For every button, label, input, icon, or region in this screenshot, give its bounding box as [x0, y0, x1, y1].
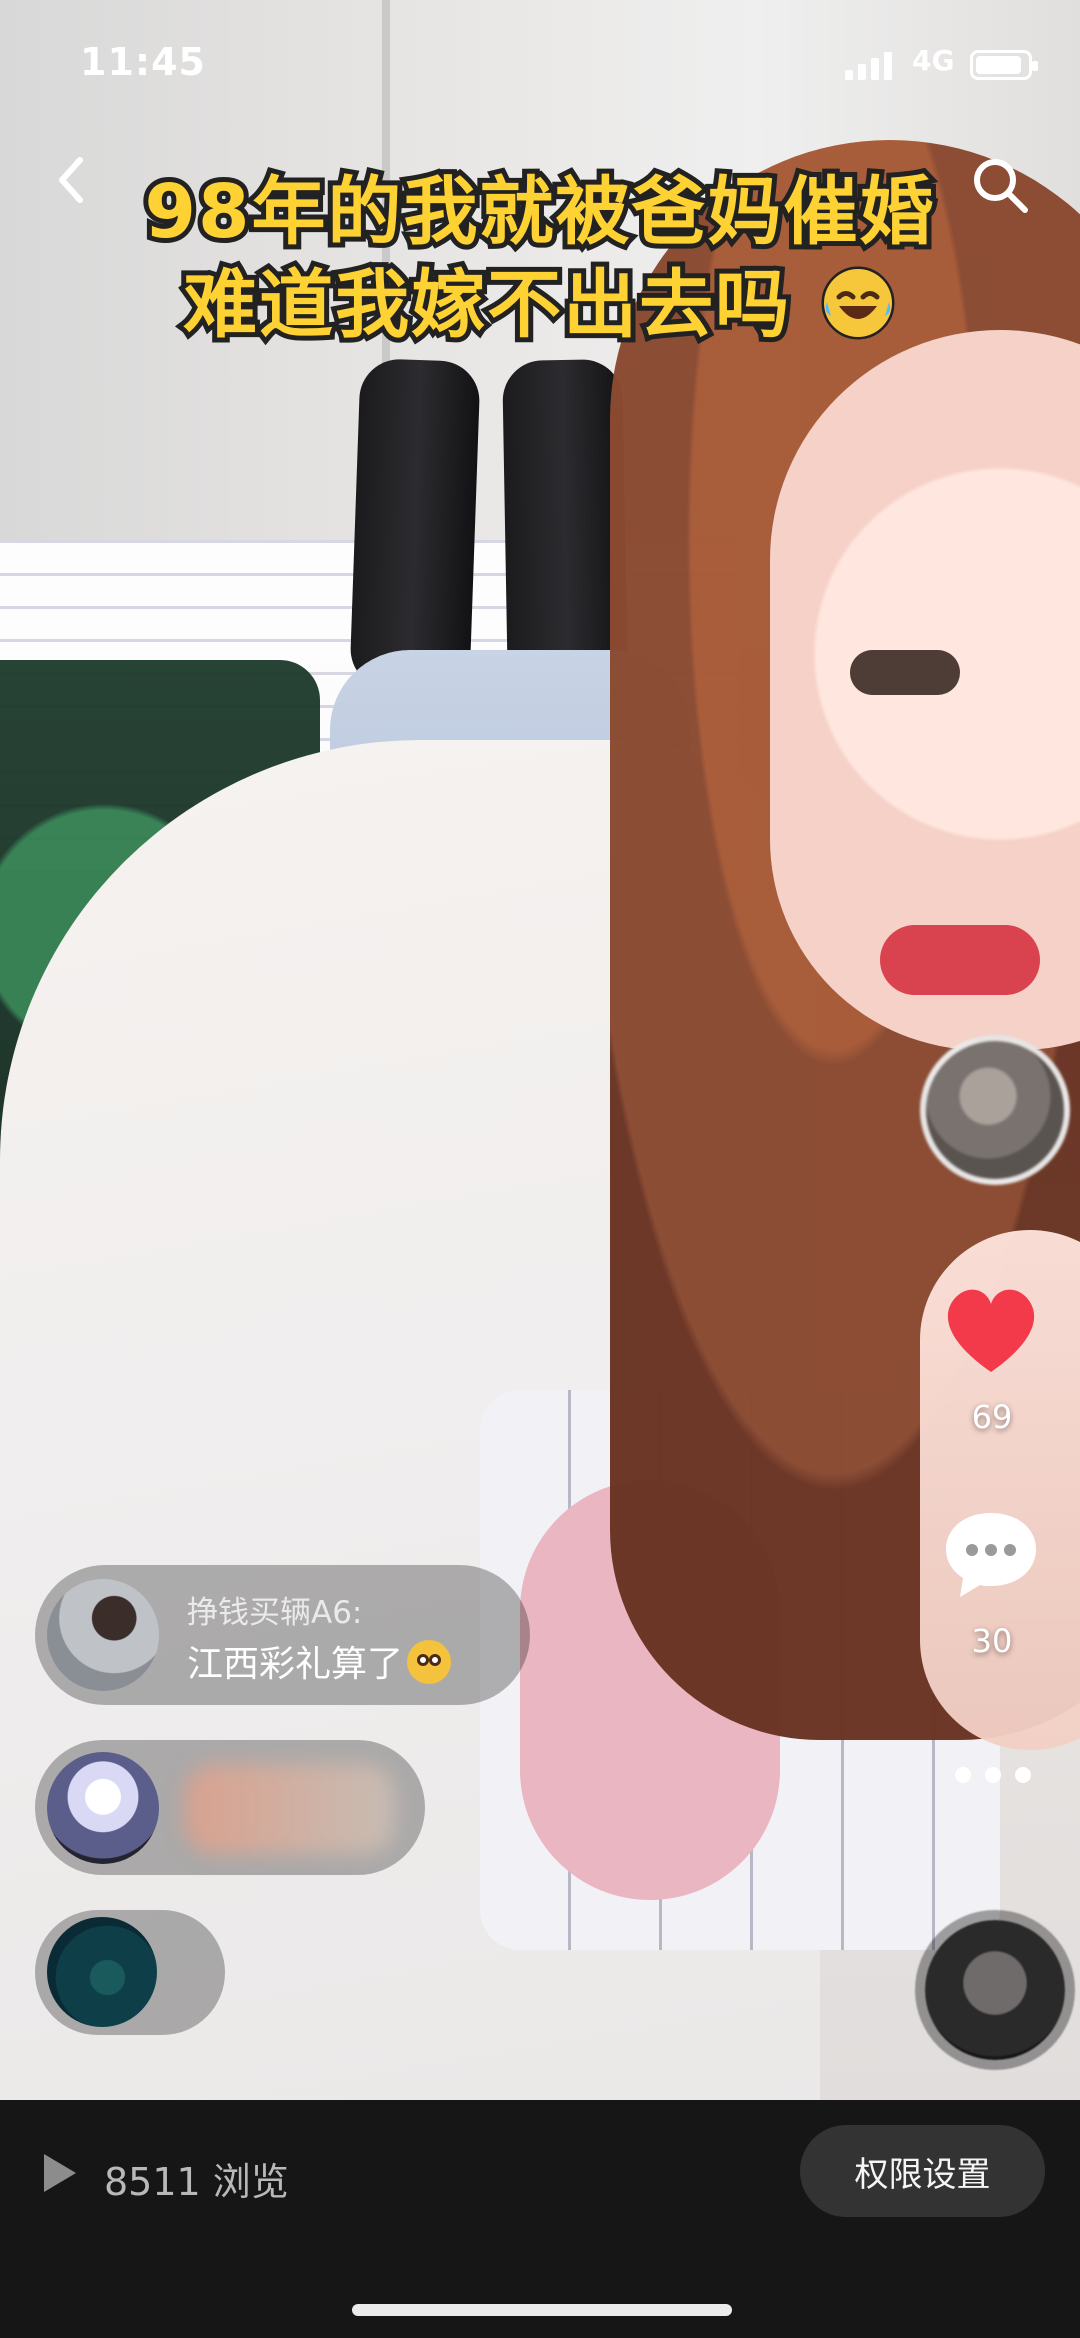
commenter-name: 挣钱买辆A6: — [187, 1595, 363, 1631]
comment-bubble[interactable]: 挣钱买辆A6: 江西彩礼算了 — [35, 1565, 530, 1705]
comment-icon[interactable] — [938, 1505, 1044, 1605]
title-line-2-text: 难道我嫁不出去吗 — [178, 258, 794, 353]
title-line-2: 难道我嫁不出去吗 — [178, 258, 897, 353]
laughing-emoji-icon — [819, 264, 897, 342]
home-indicator[interactable] — [352, 2304, 732, 2316]
video-title-overlay: 98年的我就被爸妈催婚 难道我嫁不出去吗 — [0, 164, 1080, 353]
commenter-avatar — [47, 1917, 157, 2027]
blurred-comment-text — [185, 1764, 395, 1854]
views-count: 8511 浏览 — [104, 2160, 289, 2204]
commenter-avatar — [47, 1752, 159, 1864]
signal-icon — [845, 50, 897, 80]
commenter-avatar — [47, 1579, 159, 1691]
flushed-emoji-icon — [407, 1640, 452, 1684]
leg-left — [349, 358, 481, 692]
play-icon[interactable] — [34, 2148, 84, 2198]
status-time: 11:45 — [80, 40, 206, 84]
creator-avatar[interactable] — [920, 1035, 1070, 1185]
heart-icon[interactable] — [935, 1280, 1047, 1380]
comment-count: 30 — [971, 1622, 1013, 1660]
comment-text-content: 江西彩礼算了 — [187, 1644, 404, 1685]
video-screen[interactable]: 11:45 4G 98年的我就被爸妈催婚 难道我嫁不出去吗 69 30 挣钱买辆… — [0, 0, 1080, 2338]
music-disc[interactable] — [925, 1920, 1065, 2060]
comment-text: 江西彩礼算了 — [187, 1635, 452, 1687]
permission-settings-button[interactable]: 权限设置 — [800, 2125, 1045, 2217]
status-bar: 11:45 4G — [0, 0, 1080, 130]
leg-right — [502, 358, 628, 692]
comment-bubble-avatar-only[interactable] — [35, 1910, 225, 2035]
network-type: 4G — [912, 44, 955, 77]
more-icon[interactable] — [948, 1755, 1038, 1795]
like-count: 69 — [971, 1398, 1013, 1436]
comment-bubble-blurred[interactable] — [35, 1740, 425, 1875]
eye — [850, 650, 960, 695]
battery-icon — [970, 50, 1038, 80]
battery-fill — [976, 56, 1021, 74]
title-line-1: 98年的我就被爸妈催婚 — [140, 164, 939, 259]
lips — [880, 925, 1040, 995]
